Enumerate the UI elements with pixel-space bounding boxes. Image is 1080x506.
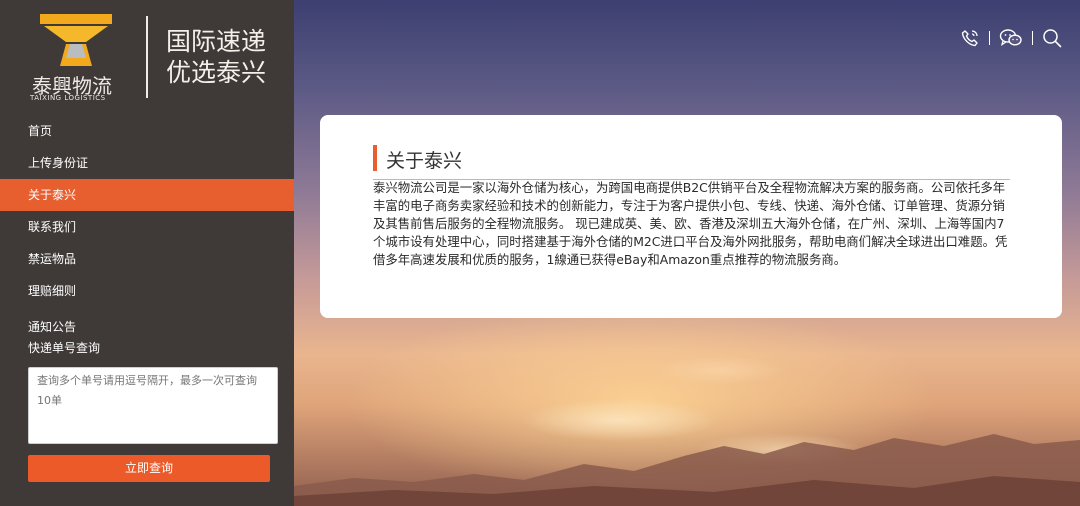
about-card: 关于泰兴 泰兴物流公司是一家以海外仓储为核心，为跨国电商提供B2C供销平台及全程… [320, 115, 1062, 318]
sidebar: 泰興物流 TAIXING LOGISTICS 国际速递 优选泰兴 首页 上传身份… [0, 0, 294, 506]
query-submit-button[interactable]: 立即查询 [28, 455, 270, 482]
tracking-number-input[interactable] [28, 367, 278, 444]
sidebar-item-upload-id[interactable]: 上传身份证 [0, 147, 294, 179]
background-mountains [294, 434, 1080, 506]
brand-slogan: 国际速递 优选泰兴 [166, 26, 266, 88]
sidebar-item-notices[interactable]: 通知公告 [0, 307, 294, 334]
about-description: 泰兴物流公司是一家以海外仓储为核心，为跨国电商提供B2C供销平台及全程物流解决方… [373, 180, 1008, 267]
wechat-icon[interactable] [999, 28, 1023, 48]
sidebar-item-about[interactable]: 关于泰兴 [0, 179, 294, 211]
slogan-line-1: 国际速递 [166, 27, 267, 56]
logo[interactable]: 泰興物流 TAIXING LOGISTICS [28, 14, 128, 104]
logo-english-name: TAIXING LOGISTICS [30, 94, 106, 102]
sidebar-item-prohibited-items[interactable]: 禁运物品 [0, 243, 294, 275]
top-right-toolbar [960, 28, 1062, 48]
sidebar-nav: 首页 上传身份证 关于泰兴 联系我们 禁运物品 理赔细则 通知公告 [0, 115, 294, 334]
slogan-line-2: 优选泰兴 [166, 58, 267, 87]
tracking-query-label: 快递单号查询 [28, 341, 101, 355]
search-icon[interactable] [1042, 28, 1062, 48]
toolbar-separator [989, 31, 990, 45]
toolbar-separator [1032, 31, 1033, 45]
sidebar-item-contact[interactable]: 联系我们 [0, 211, 294, 243]
page-title: 关于泰兴 [386, 150, 463, 172]
taixing-logo-icon [40, 14, 112, 66]
sidebar-item-claims[interactable]: 理赔细则 [0, 275, 294, 307]
sidebar-item-home[interactable]: 首页 [0, 115, 294, 147]
title-accent-bar [373, 145, 377, 171]
phone-icon[interactable] [960, 28, 980, 48]
logo-divider [146, 16, 148, 98]
about-card-header: 关于泰兴 [373, 145, 1010, 180]
